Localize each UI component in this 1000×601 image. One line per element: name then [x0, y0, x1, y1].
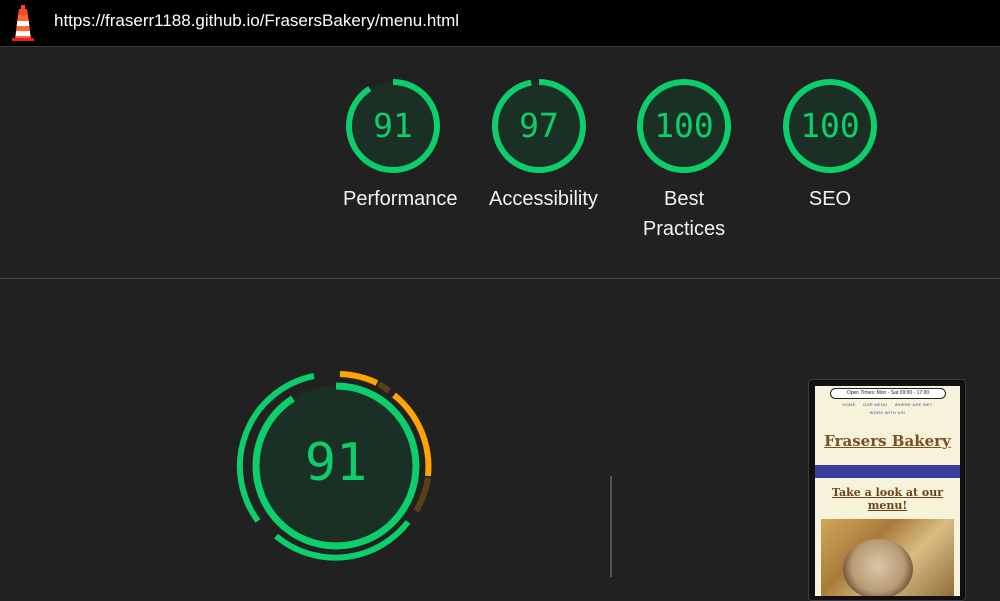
preview-color-band [815, 465, 960, 478]
metric-arc-remaining [413, 477, 431, 513]
page-url[interactable]: https://fraserr1188.github.io/FrasersBak… [54, 11, 459, 31]
score-ring: 91 [346, 79, 440, 173]
score-label: Accessibility [489, 188, 598, 210]
bread-loaf-shape [843, 539, 913, 596]
lighthouse-icon [12, 5, 34, 41]
gauge-seo[interactable]: 100 SEO [780, 76, 880, 214]
preview-nav-row: HOME OUR MENU WHERE ARE WE? [815, 402, 960, 407]
score-value: 100 [654, 106, 714, 145]
preview-nav-link: HOME [842, 402, 856, 407]
score-value: 97 [519, 106, 559, 145]
gauge-accessibility[interactable]: 97 Accessibility [489, 76, 598, 214]
score-ring: 97 [492, 79, 586, 173]
thumbnail-screen: Open Times: Mon - Sat 09:00 - 17:00 HOME… [815, 386, 960, 596]
score-value: 100 [800, 106, 860, 145]
preview-nav-row: WORK WITH US! [815, 410, 960, 415]
performance-large-gauge: 91 [236, 371, 432, 561]
section-divider [0, 278, 1000, 279]
score-label: Performance [343, 188, 458, 210]
score-value: 91 [373, 106, 413, 145]
score-label: Best Practices [642, 188, 726, 240]
metric-arc-average [339, 371, 379, 386]
gauge-performance[interactable]: 91 Performance [343, 76, 458, 214]
page-screenshot-thumbnail: Open Times: Mon - Sat 09:00 - 17:00 HOME… [808, 379, 966, 601]
preview-nav-link: WORK WITH US! [869, 410, 906, 415]
open-times-banner: Open Times: Mon - Sat 09:00 - 17:00 [830, 388, 946, 399]
score-ring: 100 [783, 79, 877, 173]
gauge-best-practices[interactable]: 100 Best Practices [634, 76, 734, 244]
metric-arc-remaining [377, 381, 391, 394]
preview-brand-title: Frasers Bakery [824, 432, 951, 450]
browser-address-bar: https://fraserr1188.github.io/FrasersBak… [0, 0, 1000, 47]
preview-menu-heading: Take a look at our menu! [831, 486, 944, 512]
preview-nav-link: WHERE ARE WE? [894, 402, 933, 407]
score-ring: 100 [637, 79, 731, 173]
score-label: SEO [808, 188, 852, 210]
preview-nav-link: OUR MENU [863, 402, 888, 407]
preview-bread-image [821, 519, 954, 596]
performance-score-value: 91 [305, 433, 368, 493]
vertical-divider [610, 476, 612, 577]
